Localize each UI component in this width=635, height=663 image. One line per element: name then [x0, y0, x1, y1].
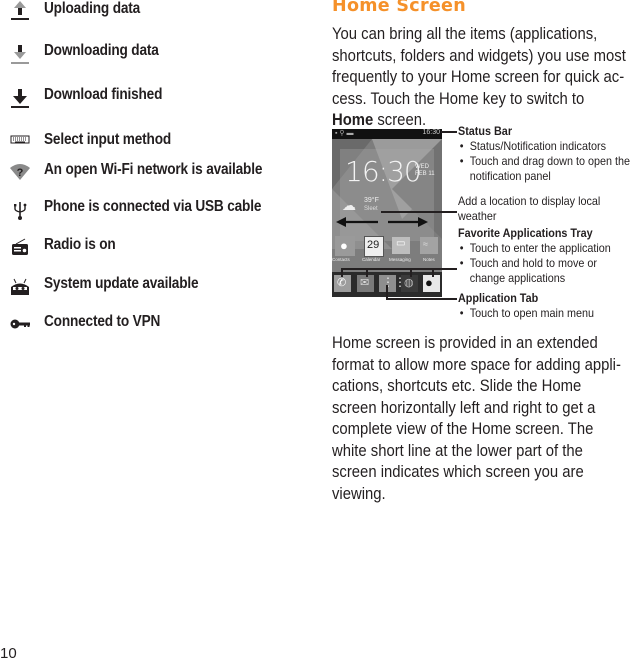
download-finished-icon	[11, 89, 29, 108]
intro-bold: Home	[332, 111, 374, 129]
callout-app-tab: Application Tab Touch to open main menu	[458, 291, 594, 321]
leader-line-weather	[381, 211, 457, 213]
legend-row-vpn: Connected to VPN	[0, 313, 300, 337]
callout-text: weather	[458, 209, 497, 223]
callout-text: Add a location to display local	[458, 194, 601, 208]
callout-bullet: Touch to open main menu	[458, 306, 594, 321]
leader-line-favorites	[341, 268, 457, 270]
app-label: Calendar	[362, 257, 381, 262]
legend-label: Connected to VPN	[44, 313, 161, 330]
callout-bullet: Touch and hold to move or	[458, 256, 611, 271]
status-bar-icons: ▪ ⚲ ▬	[335, 130, 354, 137]
legend-row-input-method: Select input method	[0, 131, 300, 155]
leader-tick	[432, 268, 434, 277]
legend-label: Download finished	[44, 86, 163, 103]
svg-text:?: ?	[17, 167, 24, 179]
clock-date: FEB 11	[415, 171, 435, 177]
clock-day: WED	[415, 164, 429, 170]
app-shortcut-contacts[interactable]: ●	[335, 236, 355, 256]
app-shortcut-messaging[interactable]: ▭	[392, 237, 410, 254]
callout-weather: Add a location to display local weather	[458, 194, 600, 224]
leader-tick	[410, 268, 412, 277]
swipe-arrows	[336, 217, 428, 227]
legend-label: Downloading data	[44, 42, 159, 59]
section-title: Home Screen	[332, 0, 466, 16]
legend-row-radio: Radio is on	[0, 236, 300, 260]
app-shortcut-calendar[interactable]: 29	[364, 236, 384, 257]
contacts-icon: ●	[340, 238, 348, 253]
callout-favorites: Favorite Applications Tray Touch to ente…	[458, 226, 611, 286]
tray-app-grid[interactable]: ⋮⋮	[379, 275, 406, 292]
intro-text: You can bring all the items (application…	[332, 25, 626, 108]
vpn-key-icon	[10, 319, 30, 329]
swipe-right-arrowhead	[418, 217, 428, 227]
keyboard-icon	[10, 135, 30, 144]
home-clock: 16:30	[345, 155, 422, 188]
upload-arrow-icon	[11, 1, 29, 20]
leader-line-app-tab	[386, 298, 457, 300]
home-screen-illustration: 16:30 ▪ ⚲ ▬ 16:30 WED FEB 11 ☁ 39°F Slee…	[332, 129, 442, 297]
callout-continuation: notification panel	[469, 169, 551, 183]
callout-bullet: Touch to enter the application	[458, 241, 611, 256]
tray-phone[interactable]: ✆	[334, 275, 351, 292]
callout-heading: Application Tab	[458, 291, 539, 305]
swipe-left-arrowhead	[336, 217, 346, 227]
callout-heading: Favorite Applications Tray	[458, 226, 593, 240]
legend-label: System update available	[44, 275, 199, 292]
leader-tick	[386, 285, 388, 299]
callout-continuation: change applications	[469, 271, 566, 285]
usb-icon	[14, 202, 27, 220]
callout-status-bar: Status Bar Status/Notification indicator…	[458, 124, 630, 184]
download-arrow-icon	[11, 45, 29, 64]
legend-label: An open Wi-Fi network is available	[44, 161, 263, 178]
app-label: Messaging	[389, 257, 411, 262]
app-label: Contacts	[332, 257, 350, 262]
leader-line-status-bar	[441, 131, 457, 133]
callout-bullet: Touch and drag down to open the	[458, 154, 630, 169]
app-label: Notes	[423, 257, 435, 262]
legend-row-system-update: System update available	[0, 275, 300, 299]
status-time: 16:30	[422, 129, 440, 136]
browser-icon: ◍	[404, 277, 414, 289]
system-update-icon	[11, 278, 29, 295]
tray-browser[interactable]: ◍	[401, 275, 418, 292]
callout-bullet: Status/Notification indicators	[458, 139, 630, 154]
app-shortcut-notes[interactable]: ≈	[420, 237, 438, 254]
leader-tick	[366, 268, 368, 277]
phone-icon: ✆	[337, 277, 347, 289]
callout-heading: Status Bar	[458, 124, 513, 138]
notes-icon: ≈	[423, 239, 428, 249]
legend-label: Uploading data	[44, 0, 141, 17]
intro-paragraph: You can bring all the items (application…	[332, 24, 629, 132]
wifi-question-icon: ?	[10, 164, 30, 180]
legend-row-downloading: Downloading data	[0, 42, 300, 66]
legend-label: Select input method	[44, 131, 172, 148]
messaging-icon: ▭	[396, 238, 406, 249]
camera-icon: ●	[425, 275, 433, 290]
leader-tick	[341, 268, 343, 277]
tray-camera[interactable]: ●	[423, 275, 440, 292]
body-paragraph: Home screen is provided in an extended f…	[332, 334, 621, 503]
page-number: 10	[0, 645, 17, 662]
email-icon: ✉	[360, 277, 370, 289]
legend-label: Radio is on	[44, 236, 116, 253]
radio-icon	[12, 238, 28, 255]
intro-text-end: screen.	[373, 111, 427, 129]
tray-email[interactable]: ✉	[357, 275, 374, 292]
calendar-day: 29	[367, 239, 380, 251]
legend-row-download-finished: Download finished	[0, 86, 300, 110]
legend-row-uploading: Uploading data	[0, 0, 300, 24]
legend-row-open-wifi: ? An open Wi-Fi network is available	[0, 161, 300, 185]
legend-row-usb: Phone is connected via USB cable	[0, 198, 300, 222]
legend-label: Phone is connected via USB cable	[44, 198, 262, 215]
weather-temp: 39°F	[364, 197, 379, 204]
